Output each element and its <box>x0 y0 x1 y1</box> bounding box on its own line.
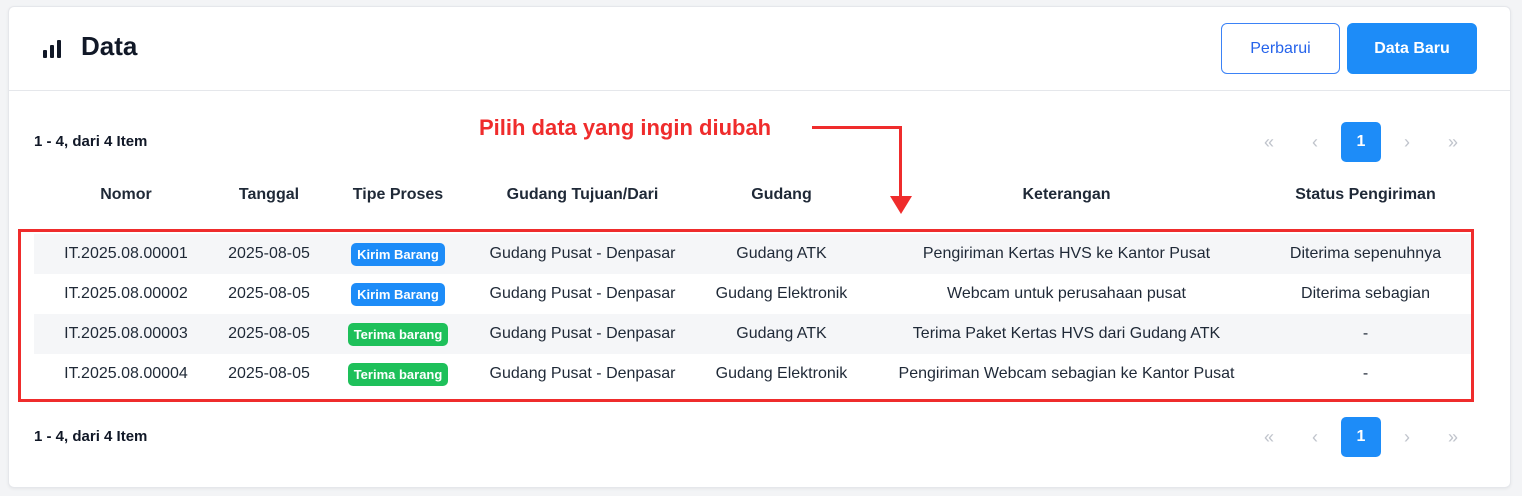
cell-nomor: IT.2025.08.00003 <box>34 314 218 354</box>
cell-tipe: Terima barang <box>320 314 476 354</box>
cell-tipe: Kirim Barang <box>320 234 476 274</box>
column-header-status[interactable]: Status Pengiriman <box>1259 172 1472 218</box>
process-type-badge: Kirim Barang <box>351 242 445 266</box>
prev-page-button[interactable]: ‹ <box>1292 417 1338 457</box>
annotation-arrow-horizontal <box>812 126 902 129</box>
prev-page-button[interactable]: ‹ <box>1292 122 1338 162</box>
pagination-top: « ‹ 1 › » <box>1246 122 1476 162</box>
cell-keterangan: Webcam untuk perusahaan pusat <box>947 285 1186 302</box>
column-header-tipe-proses[interactable]: Tipe Proses <box>320 172 476 218</box>
cell-tanggal: 2025-08-05 <box>218 314 320 354</box>
cell-nomor: IT.2025.08.00001 <box>34 234 218 274</box>
cell-keterangan: Pengiriman Kertas HVS ke Kantor Pusat <box>874 234 1259 274</box>
first-page-button[interactable]: « <box>1246 417 1292 457</box>
cell-tujuan: Gudang Pusat - Denpasar <box>489 285 676 302</box>
cell-gudang: Gudang Elektronik <box>715 285 848 302</box>
card-header: Data Perbarui Data Baru <box>9 7 1510 91</box>
refresh-button[interactable]: Perbarui <box>1221 23 1340 74</box>
last-page-button[interactable]: » <box>1430 417 1476 457</box>
cell-nomor: IT.2025.08.00002 <box>64 285 188 302</box>
last-page-button[interactable]: » <box>1430 122 1476 162</box>
column-header-keterangan[interactable]: Keterangan <box>874 172 1259 218</box>
page-1-button[interactable]: 1 <box>1341 122 1381 162</box>
cell-gudang: Gudang Elektronik <box>715 365 848 382</box>
page-1-button[interactable]: 1 <box>1341 417 1381 457</box>
cell-tanggal: 2025-08-05 <box>228 285 310 302</box>
cell-status: - <box>1362 365 1369 382</box>
annotation-label: Pilih data yang ingin diubah <box>479 115 772 140</box>
column-header-gudang-tujuan[interactable]: Gudang Tujuan/Dari <box>476 172 689 218</box>
column-header-gudang[interactable]: Gudang <box>689 172 874 218</box>
process-type-badge: Terima barang <box>347 322 449 346</box>
process-type-badge: Terima barang <box>347 362 449 386</box>
cell-keterangan: Terima Paket Kertas HVS dari Gudang ATK <box>874 314 1259 354</box>
cell-gudang: Gudang ATK <box>689 314 874 354</box>
next-page-button[interactable]: › <box>1384 122 1430 162</box>
table-header-row: Nomor Tanggal Tipe Proses Gudang Tujuan/… <box>34 172 1472 218</box>
cell-tujuan: Gudang Pusat - Denpasar <box>489 365 676 382</box>
process-type-badge: Kirim Barang <box>351 282 445 306</box>
column-header-nomor[interactable]: Nomor <box>34 172 218 218</box>
table-row[interactable]: IT.2025.08.00003 2025-08-05 Terima baran… <box>34 314 1472 354</box>
cell-tipe: Terima barang <box>320 354 476 394</box>
cell-tanggal: 2025-08-05 <box>218 234 320 274</box>
cell-status: Diterima sebagian <box>1301 285 1430 302</box>
pagination-range-top: 1 - 4, dari 4 Item <box>34 133 148 150</box>
cell-nomor: IT.2025.08.00004 <box>64 365 188 382</box>
page-title: Data <box>81 31 138 61</box>
table-row[interactable]: IT.2025.08.00001 2025-08-05 Kirim Barang… <box>34 234 1472 274</box>
first-page-button[interactable]: « <box>1246 122 1292 162</box>
new-data-button[interactable]: Data Baru <box>1347 23 1477 74</box>
cell-tanggal: 2025-08-05 <box>228 365 310 382</box>
cell-tujuan: Gudang Pusat - Denpasar <box>476 234 689 274</box>
table-row[interactable]: IT.2025.08.00004 2025-08-05 Terima baran… <box>34 354 1472 394</box>
column-header-tanggal[interactable]: Tanggal <box>218 172 320 218</box>
bar-chart-icon <box>43 36 65 58</box>
table-row[interactable]: IT.2025.08.00002 2025-08-05 Kirim Barang… <box>34 274 1472 314</box>
next-page-button[interactable]: › <box>1384 417 1430 457</box>
pagination-bottom: « ‹ 1 › » <box>1246 417 1476 457</box>
cell-tujuan: Gudang Pusat - Denpasar <box>476 314 689 354</box>
pagination-range-bottom: 1 - 4, dari 4 Item <box>34 428 148 445</box>
title-wrap: Data <box>43 31 137 62</box>
cell-status: - <box>1259 314 1472 354</box>
cell-tipe: Kirim Barang <box>320 274 476 314</box>
data-table: Nomor Tanggal Tipe Proses Gudang Tujuan/… <box>34 172 1472 394</box>
spacer-row <box>34 218 1472 234</box>
cell-keterangan: Pengiriman Webcam sebagian ke Kantor Pus… <box>898 365 1235 382</box>
cell-status: Diterima sepenuhnya <box>1259 234 1472 274</box>
cell-gudang: Gudang ATK <box>689 234 874 274</box>
